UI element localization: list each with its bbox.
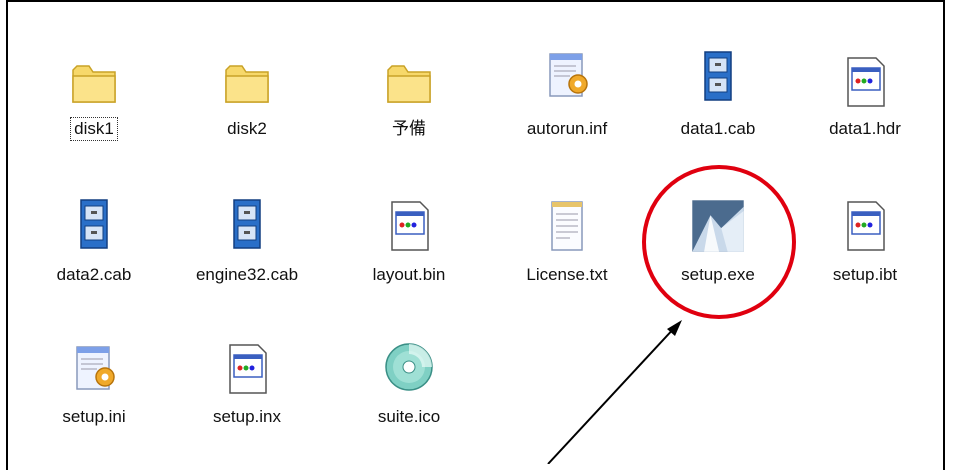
file-label: layout.bin (372, 265, 446, 284)
cabinet-icon (233, 199, 261, 249)
cabinet-icon (80, 199, 108, 249)
file-item-license-txt[interactable]: License.txt (502, 196, 632, 286)
file-item-autorun-inf[interactable]: autorun.inf (502, 42, 632, 140)
file-item-suite-ico[interactable]: suite.ico (344, 336, 474, 428)
file-item-data1-hdr[interactable]: data1.hdr (800, 54, 930, 140)
file-item-data2-cab[interactable]: data2.cab (29, 192, 159, 286)
file-label: data1.cab (680, 119, 756, 138)
folder-icon (387, 65, 431, 103)
file-label: engine32.cab (195, 265, 299, 284)
text-file-icon (551, 201, 583, 251)
generic-file-icon (229, 344, 267, 394)
file-label: 予備 (392, 119, 426, 138)
file-item-setup-inx[interactable]: setup.inx (182, 340, 312, 428)
generic-file-icon (391, 201, 429, 251)
file-item-setup-ibt[interactable]: setup.ibt (800, 196, 930, 286)
file-label: setup.ini (62, 407, 126, 426)
folder-icon (225, 65, 269, 103)
settings-file-icon (549, 53, 588, 97)
settings-file-icon (76, 346, 115, 390)
file-label: disk2 (227, 119, 267, 138)
file-label: License.txt (526, 265, 608, 284)
generic-file-icon (847, 201, 885, 251)
cd-icon (385, 343, 433, 391)
file-item-setup-ini[interactable]: setup.ini (29, 340, 159, 428)
highlight-circle (642, 165, 796, 319)
file-label: data2.cab (56, 265, 132, 284)
file-label: suite.ico (377, 407, 441, 426)
cabinet-icon (704, 51, 732, 101)
file-item-layout-bin[interactable]: layout.bin (344, 196, 474, 286)
file-item-engine32-cab[interactable]: engine32.cab (182, 192, 312, 286)
file-item-data1-cab[interactable]: data1.cab (653, 42, 783, 140)
generic-file-icon (847, 57, 885, 107)
file-label: setup.inx (212, 407, 282, 426)
file-item-disk2[interactable]: disk2 (182, 54, 312, 140)
file-label: autorun.inf (526, 119, 608, 138)
file-label: disk1 (70, 117, 118, 141)
file-item-disk1[interactable]: disk1 (29, 54, 159, 141)
file-label: data1.hdr (829, 119, 901, 138)
file-item-yobi[interactable]: 予備 (344, 54, 474, 140)
file-label: setup.ibt (832, 265, 898, 284)
folder-icon (72, 65, 116, 103)
